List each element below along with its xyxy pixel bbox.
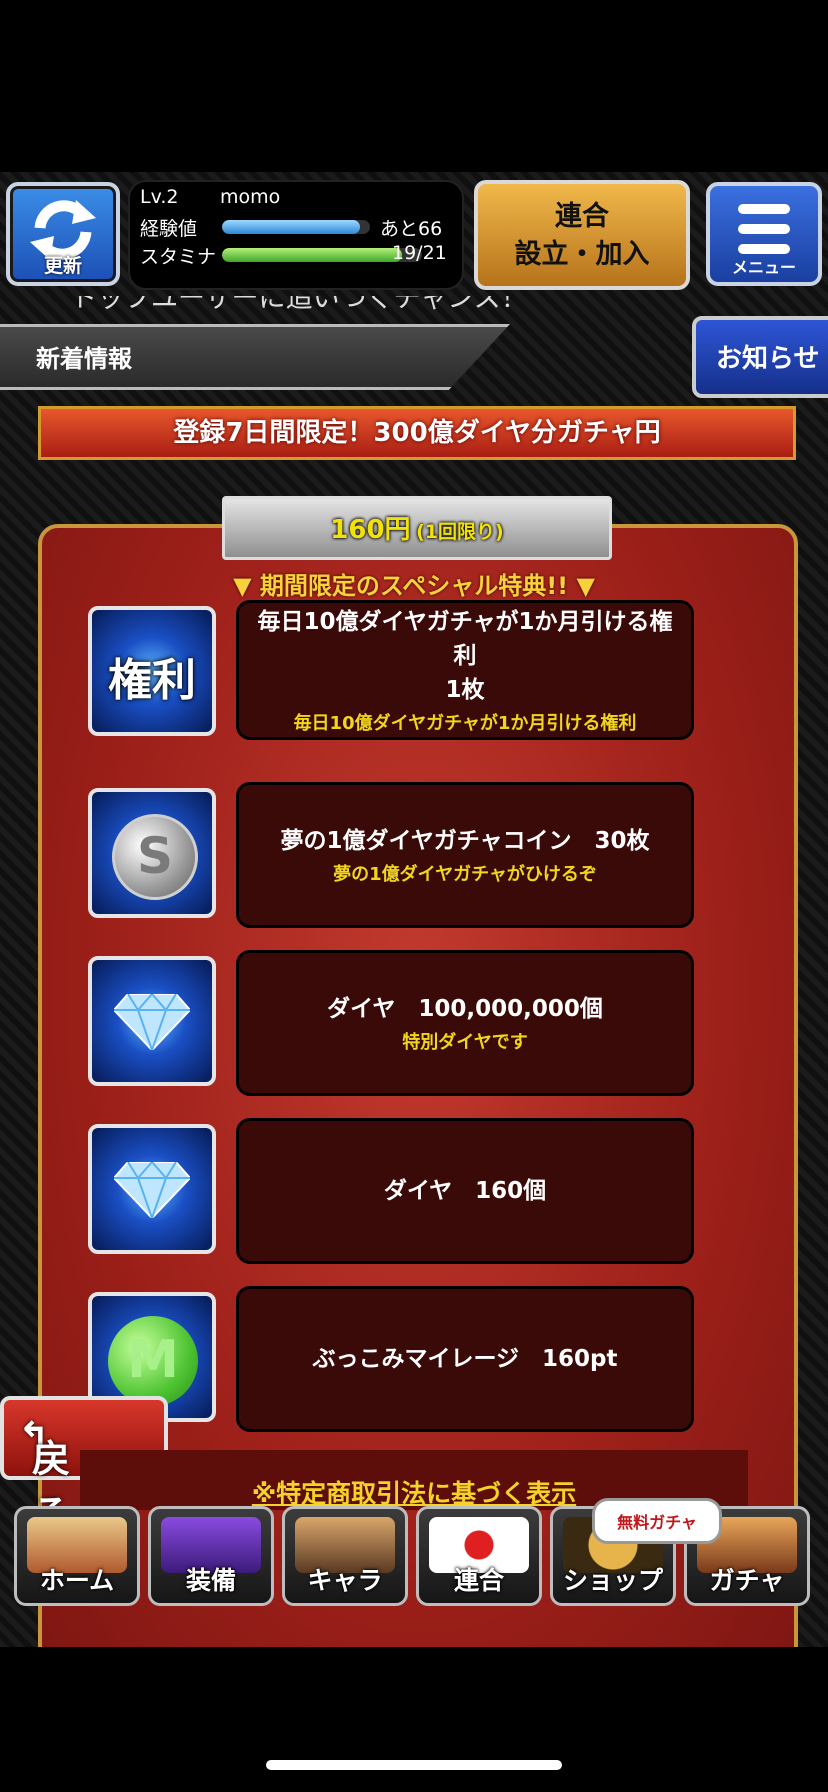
home-indicator bbox=[266, 1760, 562, 1770]
reward-item: ダイヤ 100,000,000個 特別ダイヤです bbox=[236, 950, 694, 1096]
reward-title: ぶっこみマイレージ 160pt bbox=[312, 1346, 618, 1372]
reward-title: ダイヤ 160個 bbox=[383, 1178, 547, 1204]
menu-button[interactable]: メニュー bbox=[706, 182, 822, 286]
kenri-icon-text: 権利 bbox=[108, 655, 196, 706]
reward-title: ダイヤ 100,000,000個 bbox=[327, 996, 603, 1022]
notice-label: お知らせ bbox=[716, 344, 820, 374]
silver-coin-icon: S bbox=[88, 788, 216, 918]
nav-home[interactable]: ホーム bbox=[14, 1506, 140, 1606]
exp-remaining: あと66 bbox=[380, 218, 443, 240]
news-label: 新着情報 bbox=[36, 345, 132, 373]
ticker-text: トップユーザーに追いつくチャンス！ bbox=[70, 296, 528, 314]
stamina-value: 19/21 bbox=[392, 242, 447, 264]
nav-union[interactable]: 連合 bbox=[416, 1506, 542, 1606]
nav-equipment[interactable]: 装備 bbox=[148, 1506, 274, 1606]
coin-letter: S bbox=[136, 827, 173, 885]
reward-subtitle: 夢の1億ダイヤガチャがひけるぞ bbox=[333, 864, 597, 885]
level-label: Lv.2 bbox=[140, 186, 179, 208]
news-bar[interactable]: 新着情報 bbox=[0, 324, 510, 390]
player-status-panel: Lv.2 momo 経験値 あと66 スタミナ 19/21 bbox=[128, 180, 464, 290]
game-screen: 更新 Lv.2 momo 経験値 あと66 スタミナ 19/21 連合 設立・加… bbox=[0, 172, 828, 1647]
campaign-title: 登録7日間限定！300億ダイヤ分ガチャ円 bbox=[173, 418, 661, 448]
kenri-ticket-icon: 権利 bbox=[88, 606, 216, 736]
reward-title: 夢の1億ダイヤガチャコイン 30枚 bbox=[280, 828, 650, 854]
union-label-line2: 設立・加入 bbox=[514, 239, 650, 270]
diamond-icon bbox=[88, 956, 216, 1086]
exp-bar bbox=[222, 220, 370, 234]
free-gacha-badge: 無料ガチャ bbox=[592, 1498, 722, 1544]
reward-item: ダイヤ 160個 bbox=[236, 1118, 694, 1264]
nav-label: ガチャ bbox=[709, 1566, 785, 1595]
price-amount: 160円 bbox=[330, 515, 411, 545]
menu-label: メニュー bbox=[731, 258, 796, 277]
back-label: ↰ 戻る bbox=[18, 1414, 70, 1536]
refresh-label: 更新 bbox=[43, 255, 82, 277]
username: momo bbox=[220, 186, 281, 208]
union-create-join-button[interactable]: 連合 設立・加入 bbox=[474, 180, 690, 290]
price-limit: (1回限り) bbox=[416, 521, 504, 543]
reward-item: ぶっこみマイレージ 160pt bbox=[236, 1286, 694, 1432]
reward-subtitle: 毎日10億ダイヤガチャが1か月引ける権利 bbox=[293, 713, 637, 734]
price-plate[interactable]: 160円 (1回限り) bbox=[222, 496, 612, 560]
exp-label: 経験値 bbox=[140, 218, 198, 240]
campaign-banner: 登録7日間限定！300億ダイヤ分ガチャ円 bbox=[38, 406, 796, 460]
special-bonus-heading: ▼ 期間限定のスペシャル特典!! ▼ bbox=[233, 572, 595, 600]
free-gacha-label: 無料ガチャ bbox=[617, 1513, 697, 1532]
nav-label: 連合 bbox=[453, 1566, 504, 1595]
refresh-button[interactable]: 更新 bbox=[6, 182, 120, 286]
nav-characters[interactable]: キャラ bbox=[282, 1506, 408, 1606]
nav-label: キャラ bbox=[307, 1566, 383, 1595]
mileage-letter: M bbox=[127, 1330, 179, 1390]
diamond-icon bbox=[88, 1124, 216, 1254]
notice-button[interactable]: お知らせ bbox=[692, 316, 828, 398]
nav-label: ホーム bbox=[39, 1566, 115, 1595]
reward-quantity: 1枚 bbox=[445, 677, 485, 703]
reward-title: 毎日10億ダイヤガチャが1か月引ける権利 bbox=[257, 609, 673, 669]
nav-label: 装備 bbox=[185, 1566, 236, 1595]
union-label-line1: 連合 bbox=[555, 201, 609, 232]
nav-label: ショップ bbox=[562, 1566, 663, 1595]
reward-item: 毎日10億ダイヤガチャが1か月引ける権利 1枚 毎日10億ダイヤガチャが1か月引… bbox=[236, 600, 694, 740]
stamina-label: スタミナ bbox=[140, 246, 217, 268]
reward-item: 夢の1億ダイヤガチャコイン 30枚 夢の1億ダイヤガチャがひけるぞ bbox=[236, 782, 694, 928]
reward-subtitle: 特別ダイヤです bbox=[402, 1032, 528, 1053]
